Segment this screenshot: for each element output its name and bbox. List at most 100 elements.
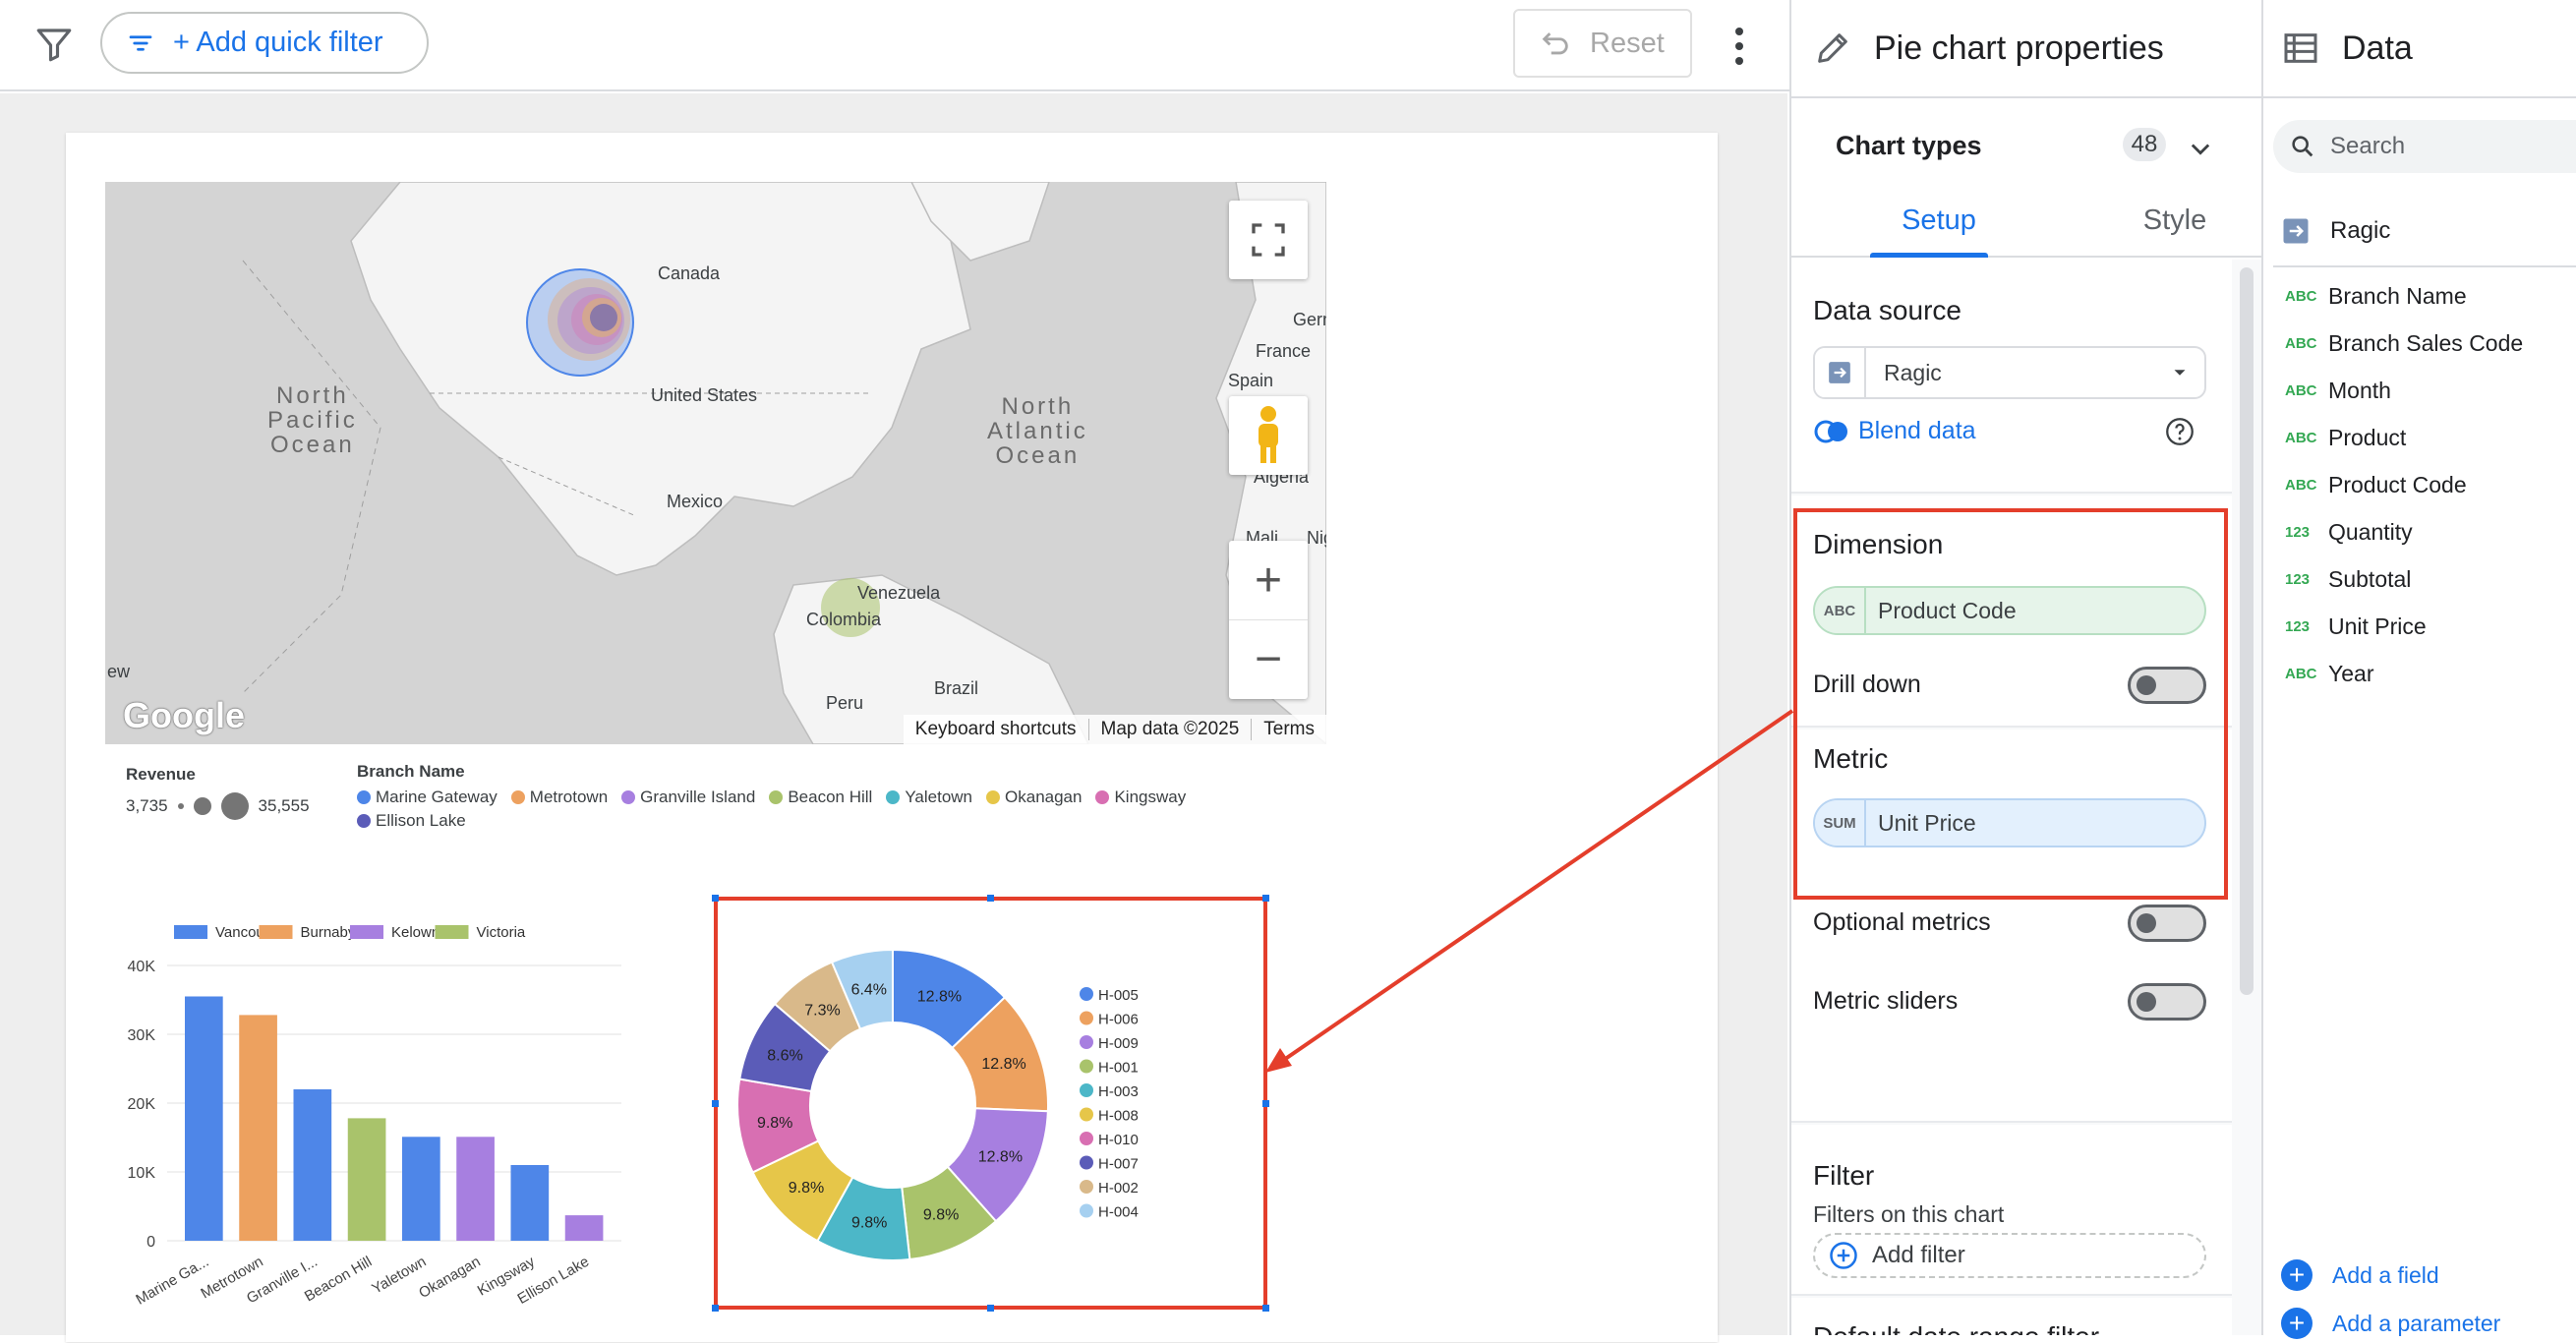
legend-dot: [1095, 790, 1110, 804]
map-label-mexico: Mexico: [667, 492, 724, 511]
divider: [2273, 265, 2576, 267]
bar: [510, 1165, 550, 1241]
bar: [239, 1015, 277, 1241]
data-field-item[interactable]: ABC Product: [2285, 418, 2570, 457]
add-icon: +: [2281, 1308, 2313, 1339]
data-source-item[interactable]: Ragic: [2281, 211, 2576, 251]
pencil-icon: [1818, 33, 1847, 63]
map-label-north-atlantic: North Atlantic Ocean: [987, 393, 1088, 469]
resize-handle[interactable]: [712, 895, 719, 902]
resize-handle[interactable]: [1262, 1305, 1269, 1312]
resize-handle[interactable]: [987, 1305, 994, 1312]
more-options-icon[interactable]: [1725, 22, 1754, 71]
legend-dot: [986, 790, 1001, 804]
default-date-range-title: Default date range filter: [1813, 1321, 2099, 1335]
table-icon: [2284, 33, 2317, 63]
field-type-icon: ABC: [2285, 381, 2317, 399]
data-search-input[interactable]: Search: [2273, 120, 2576, 173]
branch-legend-label: Yaletown: [905, 788, 973, 806]
optional-metrics-label: Optional metrics: [1813, 907, 1991, 936]
metric-section: Metric SUM Unit Price Optional metrics M…: [1791, 730, 2232, 1123]
blend-data-label: Blend data: [1858, 417, 1976, 444]
bar-chart[interactable]: 0 10K 20K 30K 40K Vancouver Burnaby Kelowna Vict…: [98, 914, 649, 1327]
legend-dot: [1080, 1035, 1093, 1049]
terms-link[interactable]: Terms: [1251, 719, 1326, 740]
legend-dot: [357, 790, 371, 804]
add-filter-label: Add filter: [1872, 1242, 1965, 1268]
metric-field-chip[interactable]: SUM Unit Price: [1813, 798, 2206, 847]
metric-sliders-toggle[interactable]: [2128, 983, 2206, 1021]
chevron-down-icon[interactable]: [2187, 135, 2214, 162]
map-label-venezuela: Venezuela: [857, 583, 941, 603]
data-field-item[interactable]: 123 Subtotal: [2285, 559, 2570, 599]
data-source-title: Data source: [1813, 295, 1961, 325]
pegman-icon: [1259, 406, 1278, 463]
field-type-icon: ABC: [2285, 476, 2317, 494]
metric-sliders-row: Metric sliders: [1813, 979, 2206, 1022]
fullscreen-button[interactable]: [1229, 201, 1308, 279]
resize-handle[interactable]: [987, 895, 994, 902]
data-source-name: Ragic: [2330, 217, 2391, 244]
pie-chart-svg: 12.8% 12.8% 12.8% 9.8% 9.8% 9.8% 9.8% 8.6% 7.3% 6…: [736, 948, 1139, 1261]
legend-dot: [1080, 1155, 1093, 1170]
data-field-item[interactable]: 123 Quantity: [2285, 512, 2570, 552]
map-label-canada: Canada: [658, 263, 721, 283]
map-legend: Revenue 3,735 35,555 Branch Name Marine …: [126, 762, 1306, 831]
bar: [293, 1089, 332, 1241]
dimension-field-chip[interactable]: ABC Product Code: [1813, 586, 2206, 635]
tab-style[interactable]: Style: [2106, 204, 2244, 237]
drill-down-toggle[interactable]: [2128, 667, 2206, 704]
zoom-out-button[interactable]: −: [1229, 620, 1308, 699]
data-field-item[interactable]: ABC Branch Name: [2285, 276, 2570, 316]
search-icon: [2292, 136, 2313, 157]
data-field-item[interactable]: 123 Unit Price: [2285, 607, 2570, 646]
google-logo: Google: [123, 695, 245, 735]
chart-types-row[interactable]: Chart types 48: [1791, 98, 2261, 193]
map-label-colombia: Colombia: [806, 610, 882, 629]
blend-data-link[interactable]: Blend data: [1813, 417, 1976, 445]
add-quick-filter-label: + Add quick filter: [173, 27, 383, 58]
slice-label: 9.8%: [757, 1115, 792, 1132]
data-field-item[interactable]: ABC Branch Sales Code: [2285, 323, 2570, 363]
pie-legend-label: H-009: [1098, 1035, 1139, 1052]
add-quick-filter-button[interactable]: + Add quick filter: [100, 12, 429, 74]
resize-handle[interactable]: [712, 1305, 719, 1312]
zoom-in-button[interactable]: +: [1229, 542, 1308, 620]
data-field-item[interactable]: ABC Year: [2285, 654, 2570, 693]
help-icon[interactable]: [2163, 415, 2196, 448]
add-filter-button[interactable]: Add filter: [1813, 1233, 2206, 1278]
legend-dot: [886, 790, 901, 804]
map-label-germany: Germ: [1293, 310, 1326, 329]
resize-handle[interactable]: [712, 1100, 719, 1107]
add-field-button[interactable]: + Add a field: [2281, 1255, 2576, 1295]
properties-scrollbar[interactable]: [2240, 267, 2254, 995]
branch-legend-label: Metrotown: [529, 788, 609, 806]
keyboard-shortcuts-link[interactable]: Keyboard shortcuts: [904, 719, 1088, 740]
street-view-pegman[interactable]: [1229, 396, 1308, 475]
tab-setup[interactable]: Setup: [1870, 204, 2008, 237]
branch-legend-item: Okanagan: [986, 786, 1082, 809]
resize-handle[interactable]: [1262, 1100, 1269, 1107]
slice-label: 12.8%: [978, 1149, 1023, 1166]
x-tick-label: Okanagan: [416, 1254, 483, 1302]
optional-metrics-toggle[interactable]: [2128, 905, 2206, 942]
bubble-map[interactable]: Canada United States Mexico Venezuela Co…: [105, 182, 1326, 744]
revenue-legend-title: Revenue: [126, 765, 196, 784]
data-field-item[interactable]: ABC Month: [2285, 371, 2570, 410]
legend-swatch: [259, 925, 293, 939]
branch-legend-item: Kingsway: [1095, 786, 1186, 809]
resize-handle[interactable]: [1262, 895, 1269, 902]
add-parameter-button[interactable]: + Add a parameter: [2281, 1304, 2576, 1343]
data-field-item[interactable]: ABC Product Code: [2285, 465, 2570, 504]
add-field-label: Add a field: [2332, 1261, 2439, 1288]
field-name: Month: [2328, 377, 2391, 403]
filter-icon[interactable]: [33, 24, 75, 65]
filter-title: Filter: [1813, 1160, 1875, 1191]
reset-button[interactable]: Reset: [1513, 9, 1692, 78]
active-tab-indicator: [1870, 253, 1988, 258]
pie-chart-selected[interactable]: 12.8% 12.8% 12.8% 9.8% 9.8% 9.8% 9.8% 8.6% 7.3% 6…: [712, 895, 1269, 1312]
branch-legend-item: Ellison Lake: [357, 809, 466, 833]
data-source-select[interactable]: Ragic: [1813, 346, 2206, 399]
data-panel-title: Data: [2342, 29, 2413, 67]
pie-legend-label: H-008: [1098, 1108, 1139, 1125]
